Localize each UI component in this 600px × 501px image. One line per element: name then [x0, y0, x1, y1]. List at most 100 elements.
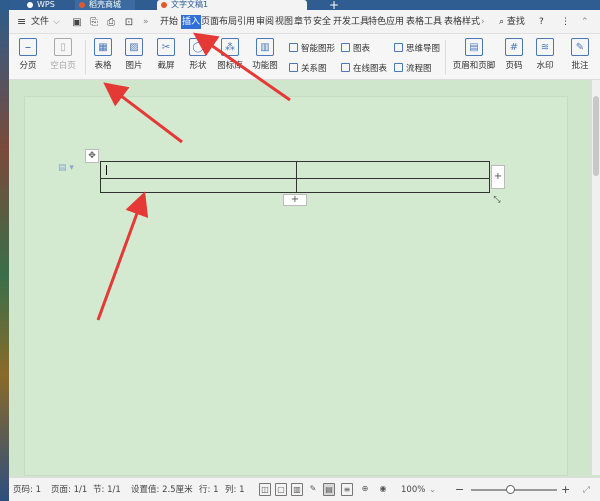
document-page[interactable]	[24, 96, 568, 476]
track-icon[interactable]: ◫	[259, 483, 271, 496]
relation-icon	[289, 63, 298, 72]
eye-icon[interactable]: ◉	[377, 483, 389, 496]
flowchart-label: 流程图	[406, 64, 432, 74]
func-chart-button[interactable]: ▥ 功能图	[249, 36, 281, 78]
search-button[interactable]: ⌕ 查找	[499, 10, 525, 34]
chevron-down-icon[interactable]: ⌵	[53, 10, 60, 34]
divider	[85, 40, 86, 74]
menu-review[interactable]: 审阅	[256, 10, 274, 34]
page-number-icon: #	[505, 38, 523, 56]
add-row-button[interactable]: +	[283, 194, 307, 206]
page-view-icon[interactable]: ▤	[323, 483, 335, 496]
comment-button[interactable]: ✎ 批注	[569, 36, 591, 78]
page-num-button[interactable]: # 页码	[501, 36, 527, 78]
read-mode-icon[interactable]: ▢	[275, 483, 287, 496]
vertical-scrollbar[interactable]	[591, 80, 600, 475]
divider	[445, 40, 446, 74]
document-workspace	[9, 80, 591, 476]
tab-wps[interactable]: WPS	[23, 0, 67, 10]
page-break-button[interactable]: ⎯ 分页	[15, 36, 41, 78]
shapes-icon: ◯	[189, 38, 207, 56]
preview-icon[interactable]: ⊡	[123, 16, 135, 28]
menu-table-tools[interactable]: 表格工具	[406, 10, 442, 34]
fullscreen-icon[interactable]: ⤢	[583, 478, 590, 501]
picture-label: 图片	[125, 61, 143, 71]
tab-label: WPS	[37, 0, 55, 9]
screenshot-label: 截屏	[157, 61, 175, 71]
zoom-dropdown-icon[interactable]: ⌄	[429, 478, 436, 501]
doc-icon	[161, 2, 167, 8]
icon-lib-label: 图标库	[217, 61, 243, 71]
table-label: 表格	[94, 61, 112, 71]
blank-page-button[interactable]: ▯ 空白页	[47, 36, 79, 78]
mind-map-button[interactable]: 思维导图	[394, 42, 440, 54]
page-break-label: 分页	[19, 61, 37, 71]
menu-page-layout[interactable]: 页面布局	[201, 10, 237, 34]
scroll-thumb[interactable]	[593, 96, 599, 176]
menu-features[interactable]: 特色应用	[368, 10, 404, 34]
more-quick-icon[interactable]: »	[143, 10, 149, 34]
status-bar: 页码: 1 页面: 1/1 节: 1/1 设置值: 2.5厘米 行: 1 列: …	[9, 477, 600, 501]
online-chart-button[interactable]: 在线图表	[341, 62, 387, 74]
outline-icon[interactable]: ≡	[341, 483, 353, 496]
pen-icon[interactable]: ✎	[307, 483, 319, 496]
help-button[interactable]: ?	[539, 10, 544, 34]
options-button[interactable]: ⋮	[561, 10, 570, 34]
online-chart-label: 在线图表	[353, 64, 388, 74]
tab-label: 文字文稿1	[171, 0, 209, 9]
table-resize-handle[interactable]: ⤡	[491, 195, 503, 207]
more-tabs-icon[interactable]: ›	[481, 10, 485, 34]
zoom-level[interactable]: 100%	[401, 478, 425, 501]
menu-table-style[interactable]: 表格样式	[444, 10, 480, 34]
search-label: 查找	[506, 17, 525, 27]
screenshot-button[interactable]: ✂ 截屏	[153, 36, 179, 78]
daoke-icon	[79, 2, 85, 8]
func-chart-label: 功能图	[252, 61, 278, 71]
header-footer-button[interactable]: ▤ 页眉和页脚	[451, 36, 497, 78]
menu-insert[interactable]: 插入	[181, 15, 202, 29]
flowchart-button[interactable]: 流程图	[394, 62, 432, 74]
watermark-button[interactable]: ≋ 水印	[532, 36, 558, 78]
book-icon[interactable]: ▥	[291, 483, 303, 496]
menu-dev-tools[interactable]: 开发工具	[333, 10, 369, 34]
add-column-button[interactable]: +	[491, 165, 505, 189]
export-icon[interactable]: ⎘	[88, 16, 100, 28]
save-icon[interactable]: ▣	[71, 16, 83, 28]
table-button[interactable]: ▦ 表格	[90, 36, 116, 78]
page-break-icon: ⎯	[19, 38, 37, 56]
shapes-button[interactable]: ◯ 形状	[185, 36, 211, 78]
chart-label: 图表	[353, 44, 371, 54]
status-setting: 设置值: 2.5厘米	[131, 485, 193, 495]
menu-file[interactable]: 文件	[31, 10, 49, 34]
zoom-in-button[interactable]: +	[561, 478, 570, 501]
picture-button[interactable]: ▨ 图片	[121, 36, 147, 78]
menu-home[interactable]: 开始	[160, 10, 178, 34]
menu-chapter[interactable]: 章节	[294, 10, 312, 34]
tab-daoke[interactable]: 稻壳商城	[75, 0, 135, 10]
paragraph-icon[interactable]: ▤ ▾	[58, 163, 74, 173]
table-row-divider	[101, 178, 489, 179]
chart-button[interactable]: 图表	[341, 42, 370, 54]
mind-map-icon	[394, 43, 403, 52]
hamburger-icon[interactable]: ≡	[17, 10, 26, 34]
ribbon-insert: ⎯ 分页 ▯ 空白页 ▦ 表格 ▨ 图片 ✂ 截屏 ◯ 形状 ⁂ 图标库 ▥ 功…	[9, 34, 600, 80]
watermark-icon: ≋	[536, 38, 554, 56]
tab-label: 稻壳商城	[89, 0, 121, 9]
tab-document[interactable]: 文字文稿1	[157, 0, 307, 10]
chevron-up-icon[interactable]: ⌃	[581, 10, 589, 34]
smart-graphic-button[interactable]: 智能图形	[289, 42, 335, 54]
status-section: 节: 1/1	[93, 485, 121, 495]
status-page: 页码: 1	[13, 485, 41, 495]
relation-button[interactable]: 关系图	[289, 62, 327, 74]
inserted-table[interactable]	[100, 161, 490, 193]
zoom-slider-knob[interactable]	[506, 485, 515, 494]
icon-lib-button[interactable]: ⁂ 图标库	[216, 36, 244, 78]
icon-library-icon: ⁂	[221, 38, 239, 56]
menu-references[interactable]: 引用	[237, 10, 255, 34]
menu-view[interactable]: 视图	[275, 10, 293, 34]
zoom-out-button[interactable]: −	[455, 478, 464, 501]
print-icon[interactable]: ⎙	[105, 16, 117, 28]
web-view-icon[interactable]: ⊕	[359, 483, 371, 496]
table-move-handle[interactable]: ✥	[85, 149, 99, 163]
menu-security[interactable]: 安全	[313, 10, 331, 34]
